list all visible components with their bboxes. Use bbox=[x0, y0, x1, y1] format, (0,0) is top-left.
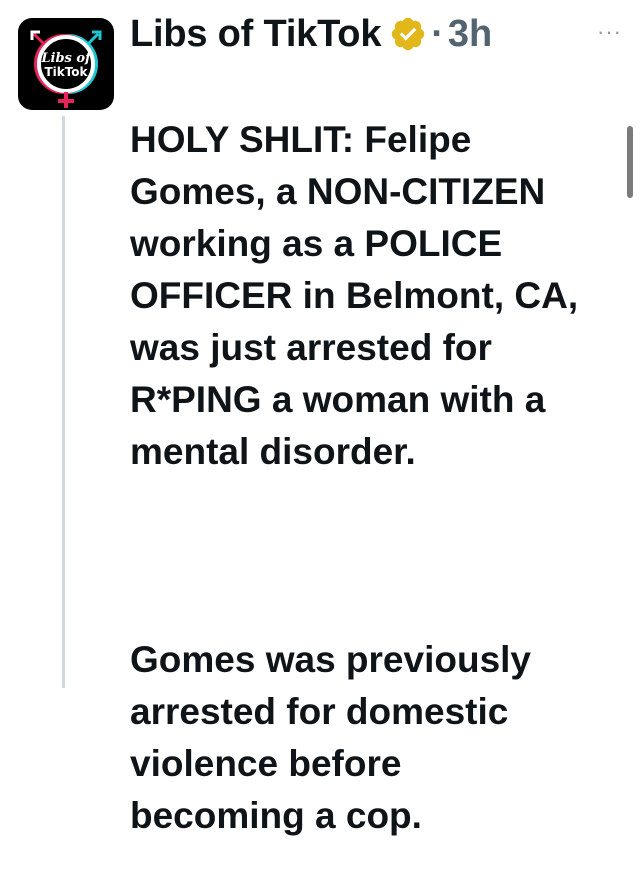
avatar-text-top: Libs of bbox=[40, 51, 93, 66]
libs-of-tiktok-logo-icon: Libs of TikTok bbox=[30, 30, 102, 108]
tweet[interactable]: Libs of TikTok · 3h HOLY SHLIT: Felipe G… bbox=[130, 10, 610, 894]
verified-badge-icon[interactable] bbox=[389, 15, 427, 53]
thread-connector-line bbox=[62, 116, 65, 688]
scrollbar-thumb[interactable] bbox=[627, 126, 633, 198]
tweet-text: HOLY SHLIT: Felipe Gomes, a NON-CITIZEN … bbox=[130, 62, 610, 894]
author-name[interactable]: Libs of TikTok bbox=[130, 10, 381, 58]
timestamp[interactable]: 3h bbox=[448, 10, 492, 58]
avatar[interactable]: Libs of TikTok bbox=[18, 18, 114, 110]
avatar-column: Libs of TikTok bbox=[18, 18, 114, 110]
more-options-icon[interactable]: ··· bbox=[597, 21, 622, 43]
avatar-text-bottom: TikTok bbox=[44, 65, 88, 79]
tweet-header: Libs of TikTok · 3h bbox=[130, 10, 610, 58]
tweet-paragraph: HOLY SHLIT: Felipe Gomes, a NON-CITIZEN … bbox=[130, 119, 579, 472]
header-separator: · bbox=[431, 13, 444, 55]
tweet-paragraph: Gomes was previously arrested for domest… bbox=[130, 639, 532, 836]
